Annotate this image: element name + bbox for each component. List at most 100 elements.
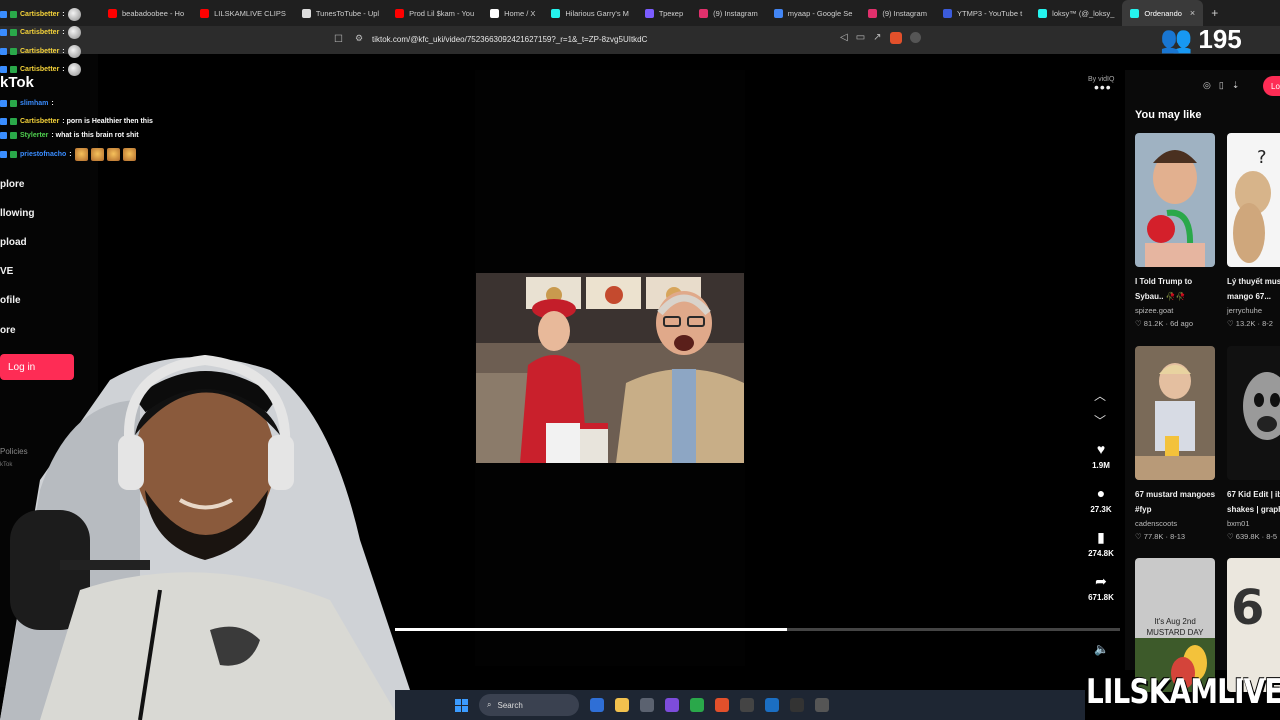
- chat-username[interactable]: Cartisbetter: [20, 118, 59, 125]
- browser-tab[interactable]: TunesToTube - Upl: [294, 0, 387, 26]
- browser-tab[interactable]: Prod Lil $kam - You: [387, 0, 482, 26]
- app-icon[interactable]: [790, 698, 804, 712]
- device-icon[interactable]: ▯: [1219, 80, 1224, 91]
- top-login-button[interactable]: Lo: [1263, 76, 1280, 96]
- app-icon[interactable]: [815, 698, 829, 712]
- chat-username[interactable]: Cartisbetter: [20, 48, 59, 55]
- previous-video-icon[interactable]: ︿: [1094, 387, 1106, 404]
- browser-tab[interactable]: myaap - Google Se: [766, 0, 861, 26]
- share-button[interactable]: ➦ 671.8K: [1087, 574, 1115, 602]
- top-right-tools: ◎ ▯ ⇣: [1203, 80, 1239, 91]
- file-explorer-icon[interactable]: [615, 698, 629, 712]
- recommendation-title-line2: shakes | graph: [1227, 505, 1280, 514]
- browser-tab[interactable]: (9) Instagram: [691, 0, 766, 26]
- screen: { "browser": { "tabs": [ {"label": "beab…: [0, 0, 1280, 720]
- mute-tab-icon[interactable]: ◁: [840, 32, 848, 44]
- brave-browser-icon[interactable]: [715, 698, 729, 712]
- next-video-icon[interactable]: ﹀: [1094, 412, 1106, 429]
- steam-icon[interactable]: [765, 698, 779, 712]
- obs-icon[interactable]: [740, 698, 754, 712]
- recommendation-user[interactable]: bxm01: [1227, 519, 1280, 528]
- you-may-like-heading: You may like: [1135, 109, 1202, 121]
- chat-badge-icon: [0, 118, 7, 125]
- recommendation-card[interactable]: 67 Kid Edit | ib shakes | graph bxm01 ♡ …: [1227, 346, 1280, 541]
- recommendation-thumbnail: [1135, 346, 1215, 480]
- app-icon[interactable]: [590, 698, 604, 712]
- recommendation-title: 67 mustard mangoes: [1135, 490, 1216, 499]
- tab-favicon-icon: [773, 8, 783, 18]
- share-page-icon[interactable]: ↗: [873, 32, 881, 44]
- chat-username[interactable]: priestofnacho: [20, 151, 66, 158]
- nav-live[interactable]: VE: [0, 266, 13, 277]
- site-info-icon[interactable]: ⚙: [355, 33, 363, 44]
- comment-button[interactable]: ● 27.3K: [1087, 486, 1115, 514]
- discord-icon[interactable]: [665, 698, 679, 712]
- store-icon[interactable]: [640, 698, 654, 712]
- tab-favicon-icon: [200, 8, 210, 18]
- chat-username[interactable]: slimham: [20, 100, 48, 107]
- recommendation-user[interactable]: cadenscoots: [1135, 519, 1217, 528]
- browser-tab[interactable]: LILSKAMLIVE CLIPS: [192, 0, 294, 26]
- recommendation-thumbnail: ?: [1227, 133, 1280, 267]
- chat-message: Cartisbetter:: [0, 63, 81, 76]
- nav-profile[interactable]: ofile: [0, 295, 21, 306]
- windows-taskbar: ⌕ Search: [395, 690, 1085, 720]
- search-icon: ⌕: [487, 700, 492, 709]
- app-icon[interactable]: [690, 698, 704, 712]
- recommendation-card[interactable]: 67 mustard mangoes #fyp cadenscoots ♡ 77…: [1135, 346, 1217, 541]
- tab-label: loksy™ (@_loksy_: [1052, 8, 1115, 18]
- volume-icon[interactable]: 🔈: [1094, 642, 1109, 656]
- new-tab-button[interactable]: +: [1203, 6, 1226, 20]
- browser-tab[interactable]: Трекер: [637, 0, 691, 26]
- more-options-icon[interactable]: •••: [1094, 79, 1112, 95]
- chat-username[interactable]: Cartisbetter: [20, 66, 59, 73]
- bookmark-button[interactable]: ▮ 274.8K: [1087, 530, 1115, 558]
- bookmark-icon[interactable]: ☐: [334, 34, 343, 45]
- chat-text: :: [69, 151, 72, 158]
- download-icon[interactable]: ⇣: [1232, 80, 1240, 91]
- tiktok-logo[interactable]: kTok: [0, 74, 34, 91]
- recommendation-card[interactable]: ? Lý thuyết mus mango 67... jerrychuhe ♡…: [1227, 133, 1280, 328]
- recommendation-user[interactable]: spizee.goat: [1135, 306, 1217, 315]
- recommendation-title: Lý thuyết mus: [1227, 277, 1280, 286]
- chat-badge-icon: [0, 48, 7, 55]
- tab-label: YTMP3 - YouTube t: [956, 8, 1023, 18]
- chat-badge-icon: [10, 100, 17, 107]
- chat-badge-icon: [10, 11, 17, 18]
- recommendation-title: 67 Kid Edit | ib: [1227, 490, 1280, 499]
- nav-more[interactable]: ore: [0, 325, 16, 336]
- tab-favicon-icon: [644, 8, 654, 18]
- tab-label: beabadoobee - Ho: [122, 8, 185, 18]
- tab-label: Prod Lil $kam - You: [409, 8, 475, 18]
- browser-tab[interactable]: Home / X: [482, 0, 543, 26]
- browser-tab[interactable]: (9) Instagram: [860, 0, 935, 26]
- coin-icon[interactable]: ◎: [1203, 80, 1211, 91]
- chat-username[interactable]: Cartisbetter: [20, 11, 59, 18]
- screenshot-icon[interactable]: ▭: [856, 32, 865, 44]
- recommendation-card[interactable]: I Told Trump to Sybau.. 🥀🥀 spizee.goat ♡…: [1135, 133, 1217, 328]
- close-tab-icon[interactable]: ×: [1190, 8, 1195, 18]
- url-field[interactable]: tiktok.com/@kfc_uki/video/75236630924216…: [372, 35, 647, 44]
- nav-upload[interactable]: pload: [0, 237, 27, 248]
- chat-username[interactable]: Stylerter: [20, 132, 48, 139]
- nav-following[interactable]: llowing: [0, 208, 34, 219]
- tab-label: Hilarious Garry's M: [565, 8, 629, 18]
- chat-username[interactable]: Cartisbetter: [20, 29, 59, 36]
- browser-tab[interactable]: loksy™ (@_loksy_: [1030, 0, 1122, 26]
- like-button[interactable]: ♥ 1.9M: [1087, 442, 1115, 470]
- taskbar-search[interactable]: ⌕ Search: [479, 694, 579, 716]
- browser-tab[interactable]: Hilarious Garry's M: [543, 0, 637, 26]
- recommendation-thumbnail: [1135, 133, 1215, 267]
- recommendation-user[interactable]: jerrychuhe: [1227, 306, 1280, 315]
- video-progress-bar[interactable]: [395, 628, 1120, 631]
- bookmark-count: 274.8K: [1088, 549, 1114, 558]
- nav-explore[interactable]: plore: [0, 179, 24, 190]
- browser-tab[interactable]: Ordenando ×: [1122, 0, 1204, 26]
- bookmark-icon: ▮: [1097, 529, 1105, 545]
- extension-icon[interactable]: [909, 32, 921, 43]
- browser-tab[interactable]: beabadoobee - Ho: [100, 0, 192, 26]
- tab-favicon-icon: [1130, 8, 1140, 18]
- browser-tab[interactable]: YTMP3 - YouTube t: [935, 0, 1030, 26]
- windows-start-icon[interactable]: [455, 698, 468, 712]
- brave-shields-icon[interactable]: [889, 32, 902, 44]
